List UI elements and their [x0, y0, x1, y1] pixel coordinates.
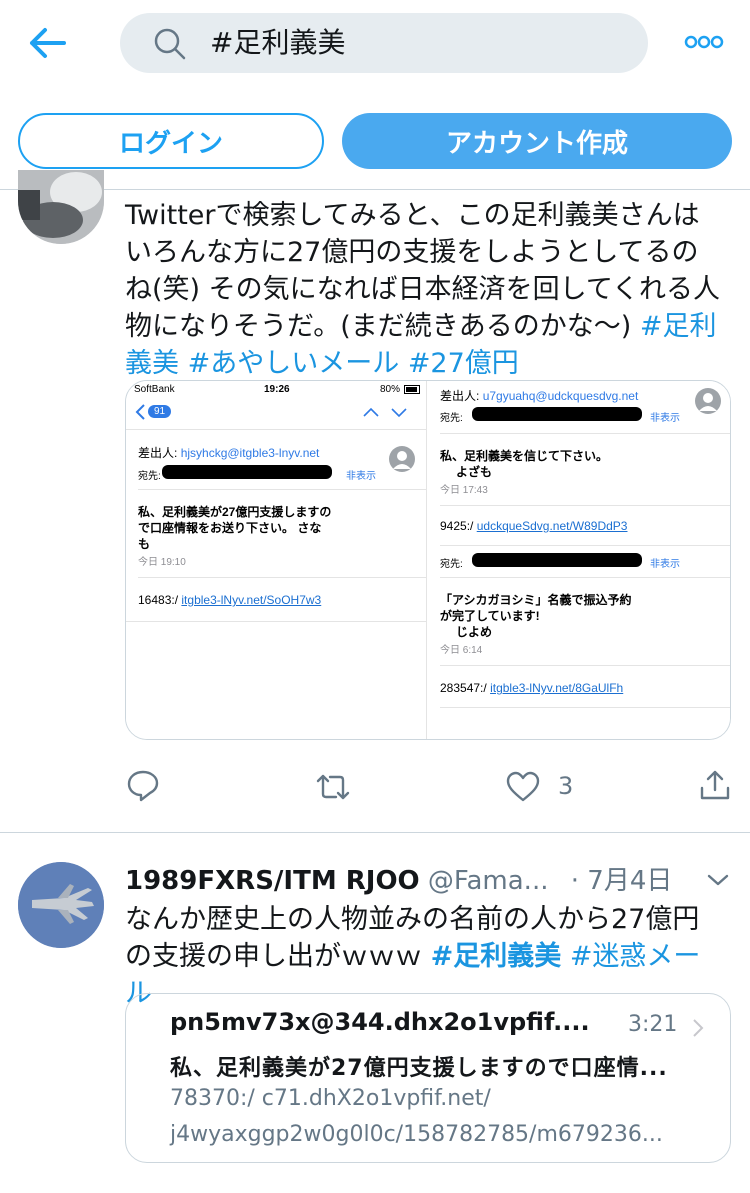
- display-name[interactable]: 1989FXRS/ITM RJOO: [125, 866, 420, 896]
- search-query: #足利義美: [210, 26, 346, 59]
- tweet-media-image[interactable]: SoftBank 19:26 80% 91 差出人: hjsyhckg@itgb…: [125, 380, 731, 740]
- mail-body-line: が完了しています!: [440, 609, 540, 623]
- more-options-icon[interactable]: [684, 34, 724, 50]
- tweet-body: Twitterで検索してみると、この足利義美さんはいろんな方に27億円の支援をし…: [125, 200, 721, 342]
- mail-link-line: 16483:/ itgble3-lNyv.net/SoOH7w3: [138, 593, 321, 607]
- email-time: 3:21: [628, 1012, 678, 1037]
- mail-screenshot-left: SoftBank 19:26 80% 91 差出人: hjsyhckg@itgb…: [126, 381, 426, 739]
- like-icon[interactable]: [506, 770, 540, 804]
- mail-body-line: 私、足利義美を信じて下さい。: [440, 449, 609, 463]
- hashtag-link[interactable]: #27億円: [408, 348, 519, 379]
- from-address: u7gyuahq@udckquesdvg.net: [482, 389, 639, 403]
- mail-time: 今日 19:10: [138, 557, 186, 568]
- mail-link-line: 9425:/ udckqueSdvg.net/W89DdP3: [440, 519, 627, 533]
- mail-from: 差出人: hjsyhckg@itgble3-lnyv.net: [138, 444, 319, 461]
- from-label: 差出人:: [440, 389, 480, 403]
- quoted-email-card[interactable]: pn5mv73x@344.dhx2o1vpfif.... 3:21 私、足利義美…: [125, 993, 731, 1163]
- login-button[interactable]: ログイン: [18, 113, 324, 169]
- mail-body-line: も: [138, 537, 151, 551]
- mail-time: 今日 6:14: [440, 645, 483, 656]
- user-handle[interactable]: @Fama...: [428, 866, 549, 896]
- back-arrow-icon[interactable]: [28, 26, 68, 60]
- reply-icon[interactable]: [126, 768, 160, 802]
- link-prefix: 9425:/: [440, 519, 474, 533]
- mail-from: 差出人: u7gyuahq@udckquesdvg.net: [440, 387, 638, 404]
- mail-back-icon: [135, 404, 145, 420]
- top-bar: #足利義美: [0, 0, 750, 90]
- tweet-date[interactable]: · 7月4日: [571, 866, 673, 896]
- carrier-label: SoftBank: [134, 384, 175, 395]
- signup-button[interactable]: アカウント作成: [342, 113, 732, 169]
- contact-avatar-icon: [389, 446, 415, 472]
- hide-link: 非表示: [650, 413, 680, 424]
- mail-link-line: 283547:/ itgble3-lNyv.net/8GaUlFh: [440, 681, 623, 695]
- tweet-header: 1989FXRS/ITM RJOO @Fama... · 7月4日: [125, 864, 715, 898]
- email-preview-line: 78370:/ c71.dhX2o1vpfif.net/: [170, 1086, 491, 1111]
- tweet-text: Twitterで検索してみると、この足利義美さんはいろんな方に27億円の支援をし…: [125, 197, 725, 382]
- from-label: 差出人:: [138, 446, 178, 460]
- mail-link: itgble3-lNyv.net/SoOH7w3: [181, 593, 322, 607]
- share-icon[interactable]: [698, 768, 732, 802]
- email-subject: 私、足利義美が27億円支援しますので口座情...: [170, 1056, 668, 1081]
- battery-level: 80%: [380, 384, 401, 395]
- retweet-icon[interactable]: [316, 770, 350, 804]
- mail-link: udckqueSdvg.net/W89DdP3: [476, 519, 628, 533]
- chevron-right-icon: [693, 1019, 704, 1037]
- link-prefix: 16483:/: [138, 593, 179, 607]
- email-sender: pn5mv73x@344.dhx2o1vpfif....: [170, 1008, 590, 1036]
- avatar[interactable]: [18, 170, 104, 244]
- hashtag-link[interactable]: #足利義美: [431, 941, 562, 972]
- mail-link: itgble3-lNyv.net/8GaUlFh: [490, 681, 624, 695]
- unread-badge: 91: [148, 405, 172, 418]
- redaction-mark: [162, 465, 332, 479]
- mail-screenshot-right: 差出人: u7gyuahq@udckquesdvg.net 宛先: 非表示 私、…: [428, 381, 730, 739]
- chevron-down-icon[interactable]: [706, 872, 730, 888]
- hide-link: 非表示: [346, 471, 376, 482]
- mail-nav-arrows-icon: [363, 407, 407, 418]
- divider: [0, 189, 750, 190]
- mail-body-line: じよめ: [456, 625, 493, 639]
- mail-body-line: 「アシカガヨシミ」名義で振込予約: [440, 593, 632, 607]
- redaction-mark: [472, 407, 642, 421]
- mail-body-line: よざも: [456, 465, 493, 479]
- avatar-image: [18, 170, 104, 244]
- fighter-jet-avatar-image: [18, 862, 104, 948]
- mail-time: 今日 17:43: [440, 485, 488, 496]
- divider: [0, 832, 750, 833]
- hide-link: 非表示: [650, 559, 680, 570]
- email-preview-line: j4wyaxggp2w0g0l0c/158782785/m679236...: [170, 1122, 663, 1147]
- to-label: 宛先:: [440, 413, 463, 424]
- to-label: 宛先:: [440, 559, 463, 570]
- mail-body-line: 私、足利義美が27億円支援しますの: [138, 505, 332, 519]
- like-count: 3: [558, 772, 574, 800]
- mail-body-line: で口座情報をお送り下さい。 さな: [138, 521, 322, 535]
- avatar[interactable]: [18, 862, 104, 948]
- hashtag-link[interactable]: #あやしいメール: [188, 348, 400, 379]
- search-icon: [154, 28, 186, 60]
- from-address: hjsyhckg@itgble3-lnyv.net: [180, 446, 320, 460]
- to-label: 宛先:: [138, 471, 161, 482]
- link-prefix: 283547:/: [440, 681, 487, 695]
- search-input[interactable]: #足利義美: [120, 13, 648, 73]
- contact-avatar-icon: [695, 388, 721, 414]
- redaction-mark: [472, 553, 642, 567]
- status-clock: 19:26: [264, 384, 290, 395]
- battery-icon: [404, 385, 420, 394]
